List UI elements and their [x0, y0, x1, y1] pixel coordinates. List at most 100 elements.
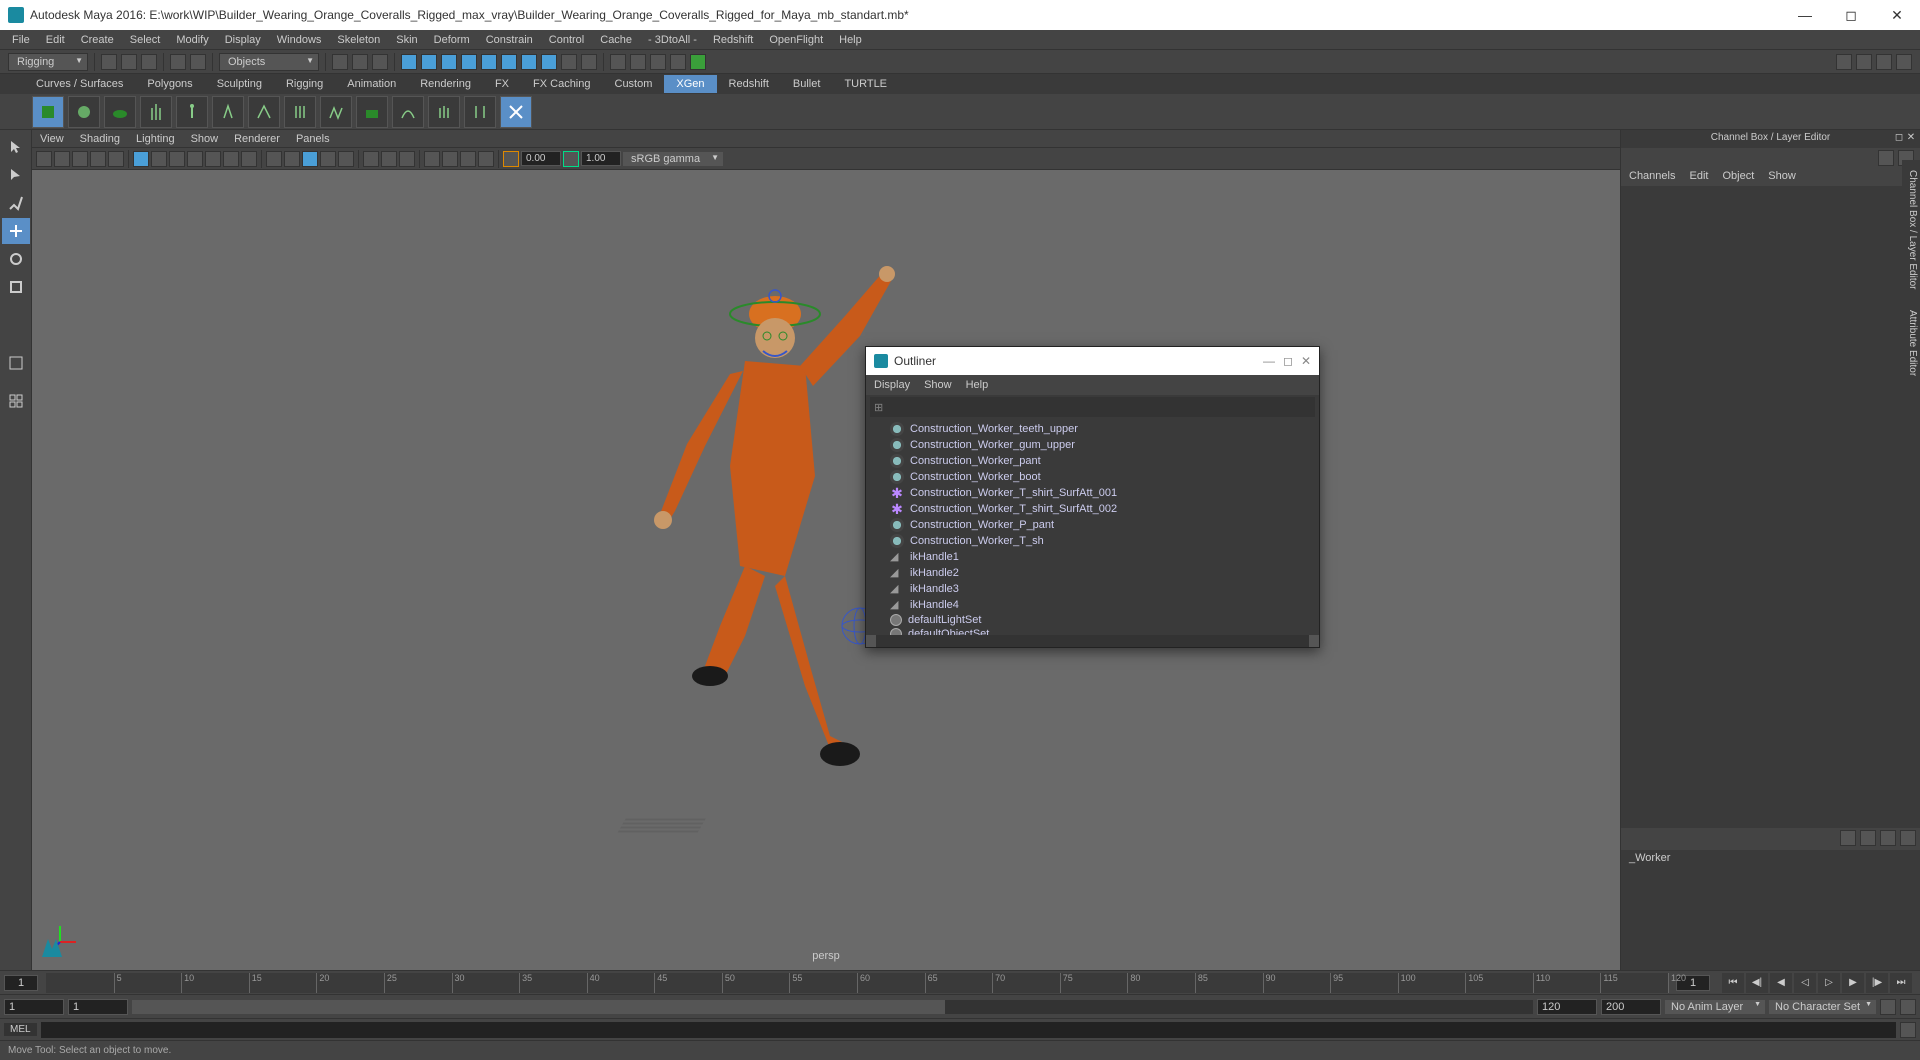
- rotate-tool[interactable]: [2, 246, 30, 272]
- redo-icon[interactable]: [190, 54, 206, 70]
- vp-camera-icon[interactable]: [36, 151, 52, 167]
- menu-windows[interactable]: Windows: [269, 32, 330, 48]
- scroll-right-button[interactable]: [1309, 635, 1319, 647]
- hypershade-icon[interactable]: [690, 54, 706, 70]
- layer-new-icon[interactable]: [1900, 830, 1916, 846]
- vp-safe-action-icon[interactable]: [223, 151, 239, 167]
- vp-textured-icon[interactable]: [302, 151, 318, 167]
- layer-anim-icon[interactable]: [1840, 830, 1856, 846]
- shelf-tab-turtle[interactable]: TURTLE: [832, 75, 899, 93]
- anim-layer-dropdown[interactable]: No Anim Layer: [1665, 1000, 1765, 1014]
- play-forward-button[interactable]: ▷: [1818, 973, 1840, 993]
- menu-constrain[interactable]: Constrain: [478, 32, 541, 48]
- shelf-tab-rigging[interactable]: Rigging: [274, 75, 335, 93]
- lasso-tool[interactable]: [2, 162, 30, 188]
- paint-select-tool[interactable]: [2, 190, 30, 216]
- view-menu-shading[interactable]: Shading: [80, 133, 120, 145]
- render-settings-icon[interactable]: [650, 54, 666, 70]
- command-input[interactable]: [41, 1022, 1896, 1038]
- menu-cache[interactable]: Cache: [592, 32, 640, 48]
- menu-deform[interactable]: Deform: [426, 32, 478, 48]
- menu-set-dropdown[interactable]: Rigging: [8, 53, 88, 71]
- menu-modify[interactable]: Modify: [168, 32, 216, 48]
- outliner-item[interactable]: ◢ikHandle1: [866, 549, 1319, 565]
- xgen-tool2-icon[interactable]: [68, 96, 100, 128]
- layer-display-icon[interactable]: [1860, 830, 1876, 846]
- undo-icon[interactable]: [170, 54, 186, 70]
- range-handle[interactable]: [132, 1000, 945, 1014]
- shelf-tab-fx[interactable]: FX: [483, 75, 521, 93]
- outliner-search[interactable]: ⊞: [870, 397, 1315, 417]
- vp-gamma-input[interactable]: [581, 151, 621, 166]
- menu-file[interactable]: File: [4, 32, 38, 48]
- outliner-item[interactable]: Construction_Worker_pant: [866, 453, 1319, 469]
- snap-curve-icon[interactable]: [421, 54, 437, 70]
- sel-hierarchy-icon[interactable]: [332, 54, 348, 70]
- layer-render-icon[interactable]: [1880, 830, 1896, 846]
- range-out-input[interactable]: [1537, 999, 1597, 1015]
- snap-point-icon[interactable]: [441, 54, 457, 70]
- side-tab-attributeeditor[interactable]: Attribute Editor: [1904, 310, 1918, 376]
- selection-mode-dropdown[interactable]: Objects: [219, 53, 319, 71]
- vp-exposure-icon[interactable]: [503, 151, 519, 167]
- snap-center-icon[interactable]: [541, 54, 557, 70]
- menu-control[interactable]: Control: [541, 32, 592, 48]
- view-menu-renderer[interactable]: Renderer: [234, 133, 280, 145]
- panel-layout3-icon[interactable]: [1876, 54, 1892, 70]
- vp-ao-icon[interactable]: [424, 151, 440, 167]
- shelf-tab-fxcaching[interactable]: FX Caching: [521, 75, 602, 93]
- vp-use-lights-icon[interactable]: [320, 151, 336, 167]
- view-menu-view[interactable]: View: [40, 133, 64, 145]
- range-start-input[interactable]: [4, 999, 64, 1015]
- vp-bookmark-icon[interactable]: [54, 151, 70, 167]
- vp-film-gate-icon[interactable]: [151, 151, 167, 167]
- character-set-dropdown[interactable]: No Character Set: [1769, 1000, 1876, 1014]
- menu-3dtoall[interactable]: - 3DtoAll -: [640, 32, 705, 48]
- channel-sync-icon[interactable]: [1878, 150, 1894, 166]
- shelf-tab-polygons[interactable]: Polygons: [135, 75, 204, 93]
- step-forward-button[interactable]: ▶: [1842, 973, 1864, 993]
- xgen-tool14-icon[interactable]: [500, 96, 532, 128]
- outliner-item[interactable]: Construction_Worker_teeth_upper: [866, 421, 1319, 437]
- step-forward-key-button[interactable]: |▶: [1866, 973, 1888, 993]
- view-menu-panels[interactable]: Panels: [296, 133, 330, 145]
- range-end-input[interactable]: [1601, 999, 1661, 1015]
- outliner-item[interactable]: ✱Construction_Worker_T_shirt_SurfAtt_001: [866, 485, 1319, 501]
- range-slider[interactable]: [132, 1000, 1533, 1014]
- shelf-tab-custom[interactable]: Custom: [603, 75, 665, 93]
- shelf-tab-animation[interactable]: Animation: [335, 75, 408, 93]
- vp-grease-icon[interactable]: [108, 151, 124, 167]
- vp-image-plane-icon[interactable]: [72, 151, 88, 167]
- layout-two-v-icon[interactable]: [2, 444, 30, 470]
- layout-three-icon[interactable]: [2, 472, 30, 498]
- xgen-tool8-icon[interactable]: [284, 96, 316, 128]
- vp-grid-icon[interactable]: [133, 151, 149, 167]
- vp-field-chart-icon[interactable]: [205, 151, 221, 167]
- shelf-tab-bullet[interactable]: Bullet: [781, 75, 833, 93]
- layout-single-icon[interactable]: [2, 350, 30, 376]
- outliner-menu-help[interactable]: Help: [966, 379, 989, 391]
- vp-dof-icon[interactable]: [478, 151, 494, 167]
- vp-shadows-icon[interactable]: [338, 151, 354, 167]
- history-icon[interactable]: [581, 54, 597, 70]
- cb-tab-object[interactable]: Object: [1722, 170, 1754, 182]
- menu-skin[interactable]: Skin: [388, 32, 425, 48]
- outliner-menu-show[interactable]: Show: [924, 379, 952, 391]
- cb-tab-edit[interactable]: Edit: [1689, 170, 1708, 182]
- vp-xray-joints-icon[interactable]: [399, 151, 415, 167]
- outliner-item[interactable]: defaultLightSet: [866, 613, 1319, 627]
- outliner-item[interactable]: defaultObjectSet: [866, 627, 1319, 635]
- xgen-tool1-icon[interactable]: [32, 96, 64, 128]
- last-tool[interactable]: [2, 312, 30, 338]
- vp-safe-title-icon[interactable]: [241, 151, 257, 167]
- layout-four-icon[interactable]: [2, 388, 30, 414]
- current-frame-left[interactable]: 1: [4, 975, 38, 991]
- outliner-item[interactable]: ✱Construction_Worker_T_shirt_SurfAtt_002: [866, 501, 1319, 517]
- snap-live-icon[interactable]: [481, 54, 497, 70]
- cb-tab-channels[interactable]: Channels: [1629, 170, 1675, 182]
- panel-layout2-icon[interactable]: [1856, 54, 1872, 70]
- layer-item[interactable]: _Worker: [1621, 850, 1920, 866]
- prefs-icon[interactable]: [1900, 999, 1916, 1015]
- outliner-scrollbar[interactable]: [866, 635, 1319, 647]
- outliner-close-button[interactable]: ✕: [1301, 354, 1311, 368]
